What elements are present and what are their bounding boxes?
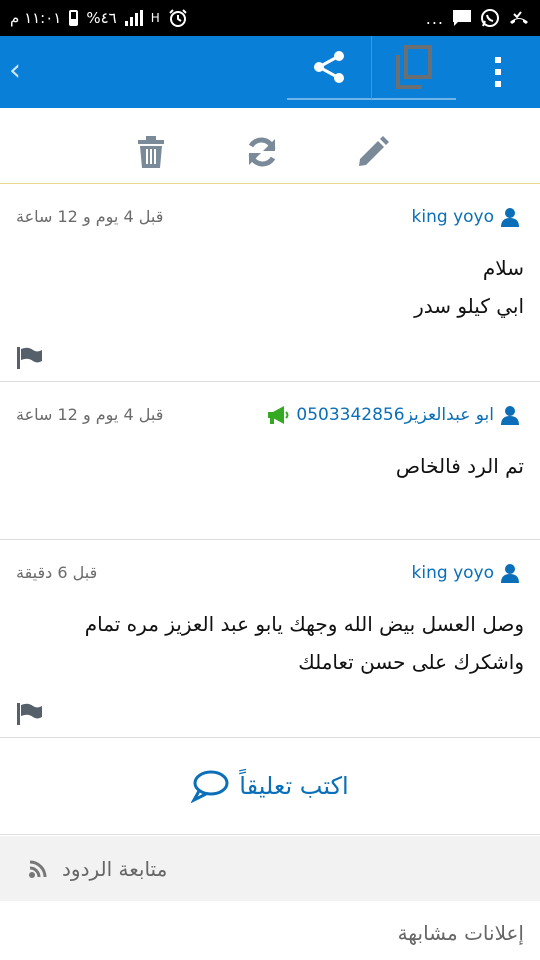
alarm-icon [169,9,187,27]
delete-button[interactable] [133,134,169,170]
copy-icon [396,45,432,89]
more-notifications: ... [425,8,444,28]
comment-bubble-icon [191,770,229,803]
follow-replies-label[interactable]: متابعة الردود [62,857,167,881]
rss-icon [29,860,47,878]
comment-item: king yoyo قبل 4 يوم و 12 ساعة سلام ابي ك… [0,185,540,382]
comment-body: تم الرد فالخاص [396,447,524,485]
user-icon [501,564,519,583]
edit-button[interactable] [355,134,391,170]
comment-time: قبل 6 دقيقة [16,563,98,582]
delete-icon [138,136,164,168]
comment-item: ابو عبدالعزيز0503342856 قبل 4 يوم و 12 س… [0,383,540,540]
follow-replies-row[interactable]: متابعة الردود [0,836,540,901]
similar-ads-heading: إعلانات مشابهة [397,921,524,945]
comment-author[interactable]: king yoyo [412,207,520,227]
comment-author[interactable]: king yoyo [412,563,520,583]
comment-time: قبل 4 يوم و 12 ساعة [16,405,164,424]
comment-author-name[interactable]: ابو عبدالعزيز0503342856 [296,405,494,425]
user-icon [501,208,519,227]
write-comment-button[interactable]: اكتب تعليقاً [0,738,540,835]
network-type: H [150,11,160,25]
status-left: ١١:٠١ م %٤٦ H [10,8,188,28]
comment-line: وصل العسل بيض الله وجهك يابو عبد العزيز … [84,612,524,636]
signal-icon [124,10,143,26]
refresh-button[interactable] [244,134,280,170]
whatsapp-icon [481,9,499,27]
share-button[interactable] [287,36,371,100]
comment-item: king yoyo قبل 6 دقيقة وصل العسل بيض الله… [0,541,540,738]
refresh-icon [248,137,276,167]
comment-line: واشكرك على حسن تعاملك [298,650,524,674]
user-icon [501,406,519,425]
comment-body: سلام ابي كيلو سدر [414,249,524,325]
share-icon [314,51,344,83]
app-bar: ‹ [0,36,540,108]
battery-percent: %٤٦ [86,9,117,27]
comment-author[interactable]: ابو عبدالعزيز0503342856 [266,405,520,425]
megaphone-icon [268,406,289,424]
comment-body: وصل العسل بيض الله وجهك يابو عبد العزيز … [85,605,524,681]
message-icon [453,10,471,26]
comment-line: سلام [482,256,524,280]
comment-author-name[interactable]: king yoyo [412,563,494,583]
missed-call-icon [510,11,528,24]
ad-actions-row [0,108,540,184]
comment-line: تم الرد فالخاص [395,454,524,478]
status-time: ١١:٠١ م [10,9,62,27]
comment-author-name[interactable]: king yoyo [412,207,494,227]
overflow-menu-icon [495,57,501,87]
status-bar: ١١:٠١ م %٤٦ H ... [0,0,540,36]
status-right: ... [426,8,530,28]
write-comment-label[interactable]: اكتب تعليقاً [239,772,348,800]
battery-icon [69,10,79,26]
edit-icon [359,136,389,166]
comment-line: ابي كيلو سدر [414,294,524,318]
overflow-menu-button[interactable] [476,50,520,94]
back-chevron-icon[interactable]: ‹ [4,56,26,86]
report-flag-icon[interactable] [16,347,42,369]
comment-time: قبل 4 يوم و 12 ساعة [16,207,164,226]
similar-ads-section: إعلانات مشابهة [0,901,540,960]
copy-button[interactable] [371,36,456,100]
report-flag-icon[interactable] [16,703,42,725]
